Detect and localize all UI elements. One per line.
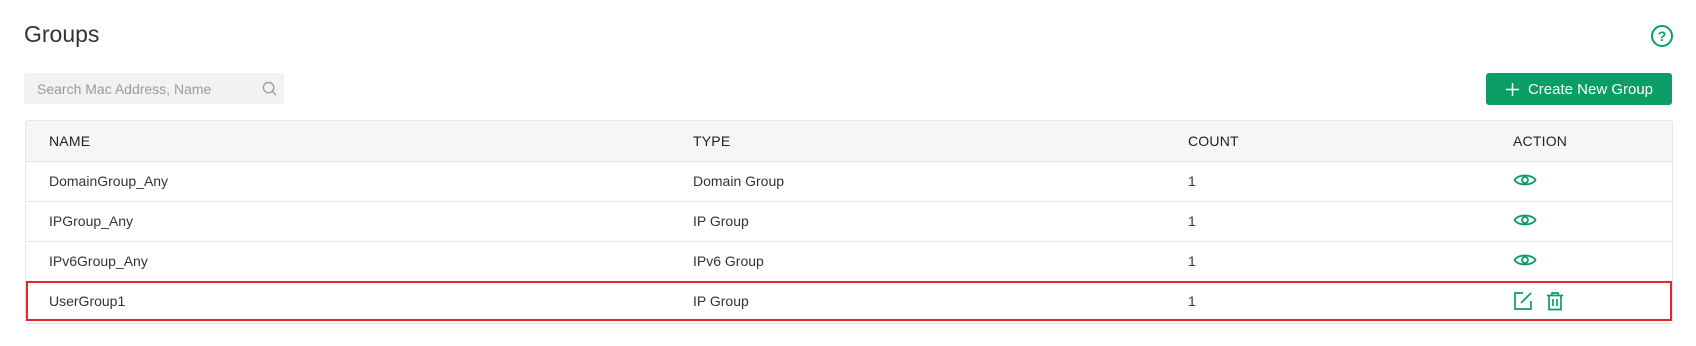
page-title: Groups: [24, 21, 100, 47]
view-icon[interactable]: [1513, 252, 1537, 268]
view-icon[interactable]: [1513, 212, 1537, 228]
create-new-group-label: Create New Group: [1527, 80, 1654, 98]
cell-type: IP Group: [693, 293, 749, 310]
search-box[interactable]: [24, 73, 284, 104]
cell-name: IPGroup_Any: [49, 213, 134, 229]
cell-count: 1: [1188, 253, 1196, 269]
cell-action: [1513, 281, 1672, 321]
cell-type: Domain Group: [693, 173, 785, 189]
edit-icon[interactable]: [1513, 291, 1533, 311]
groups-page: Groups ? Create New Group NAME TYPE: [0, 0, 1696, 346]
view-icon[interactable]: [1513, 172, 1537, 188]
column-header-name: NAME: [49, 132, 91, 149]
delete-icon[interactable]: [1545, 291, 1565, 311]
search-icon[interactable]: [254, 81, 284, 96]
column-header-action: ACTION: [1513, 132, 1568, 149]
table-row: DomainGroup_Any Domain Group 1: [26, 161, 1672, 201]
cell-name: DomainGroup_Any: [49, 173, 169, 189]
groups-table: NAME TYPE COUNT ACTION DomainGroup_Any D…: [25, 120, 1673, 324]
cell-name: UserGroup1: [49, 293, 126, 310]
cell-count: 1: [1188, 173, 1196, 189]
column-header-count: COUNT: [1188, 132, 1239, 149]
search-input[interactable]: [24, 73, 254, 104]
cell-type: IP Group: [693, 213, 749, 229]
create-new-group-button[interactable]: Create New Group: [1486, 73, 1672, 105]
table-row-selected: UserGroup1 IP Group 1: [26, 281, 1672, 321]
plus-icon: [1505, 82, 1520, 97]
cell-type: IPv6 Group: [693, 253, 764, 269]
cell-count: 1: [1188, 213, 1196, 229]
cell-action: [1513, 241, 1672, 281]
help-icon[interactable]: ?: [1651, 25, 1673, 47]
table-header-row: NAME TYPE COUNT ACTION: [26, 121, 1672, 161]
cell-count: 1: [1188, 293, 1196, 310]
table-row: IPGroup_Any IP Group 1: [26, 201, 1672, 241]
table-row: IPv6Group_Any IPv6 Group 1: [26, 241, 1672, 281]
cell-action: [1513, 161, 1672, 201]
cell-name: IPv6Group_Any: [49, 253, 148, 269]
cell-action: [1513, 201, 1672, 241]
column-header-type: TYPE: [693, 132, 731, 149]
